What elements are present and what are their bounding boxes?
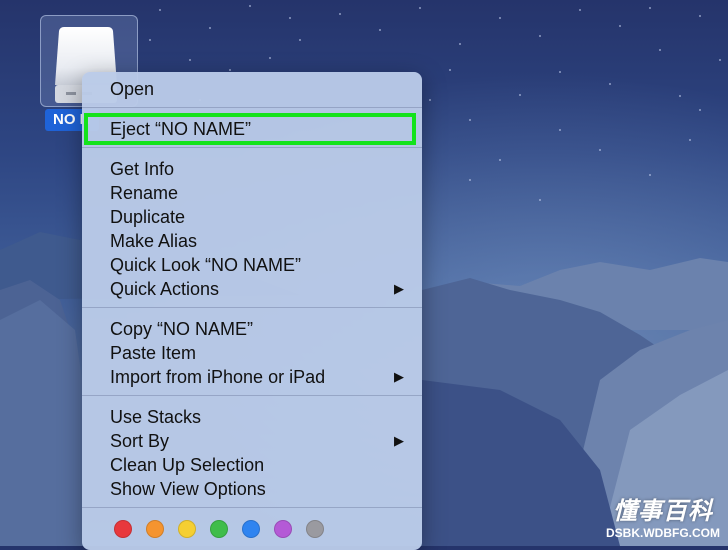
menu-separator [82, 307, 422, 308]
menu-separator [82, 507, 422, 508]
tag-purple-button[interactable] [274, 520, 292, 538]
tag-orange-button[interactable] [146, 520, 164, 538]
menu-item-sort-by[interactable]: Sort By ▶ [110, 429, 404, 453]
menu-separator [82, 395, 422, 396]
menu-item-paste-item[interactable]: Paste Item [110, 341, 404, 365]
submenu-arrow-icon: ▶ [394, 433, 404, 448]
menu-item-duplicate[interactable]: Duplicate [110, 205, 404, 229]
menu-item-show-view-options[interactable]: Show View Options [110, 477, 404, 501]
tag-green-button[interactable] [210, 520, 228, 538]
menu-item-eject-no-name[interactable]: Eject “NO NAME” [110, 117, 404, 141]
menu-item-label: Quick Actions [110, 279, 220, 299]
submenu-arrow-icon: ▶ [394, 369, 404, 384]
menu-item-quick-look-no-name[interactable]: Quick Look “NO NAME” [110, 253, 404, 277]
menu-item-label: Rename [110, 183, 179, 203]
watermark-logo: 懂事百科 [613, 498, 713, 525]
tag-blue-button[interactable] [242, 520, 260, 538]
menu-item-quick-actions[interactable]: Quick Actions ▶ [110, 277, 404, 301]
watermark: 懂事百科 DSBK.WDBFG.COM [604, 498, 722, 540]
menu-item-label: Get Info [110, 159, 175, 179]
submenu-arrow-icon: ▶ [394, 281, 404, 296]
menu-item-get-info[interactable]: Get Info [110, 157, 404, 181]
menu-item-use-stacks[interactable]: Use Stacks [110, 405, 404, 429]
menu-item-label: Copy “NO NAME” [110, 319, 254, 339]
watermark-url: DSBK.WDBFG.COM [606, 526, 720, 540]
menu-item-label: Duplicate [110, 207, 186, 227]
menu-item-label: Clean Up Selection [110, 455, 265, 475]
menu-item-label: Use Stacks [110, 407, 202, 427]
menu-separator [82, 147, 422, 148]
tag-gray-button[interactable] [306, 520, 324, 538]
tag-yellow-button[interactable] [178, 520, 196, 538]
menu-item-label: Sort By [110, 431, 170, 451]
menu-item-label: Make Alias [110, 231, 198, 251]
tag-red-button[interactable] [114, 520, 132, 538]
menu-item-copy-no-name[interactable]: Copy “NO NAME” [110, 317, 404, 341]
menu-item-label: Paste Item [110, 343, 197, 363]
menu-item-clean-up-selection[interactable]: Clean Up Selection [110, 453, 404, 477]
menu-separator [82, 107, 422, 108]
menu-item-rename[interactable]: Rename [110, 181, 404, 205]
menu-item-label: Show View Options [110, 479, 266, 499]
menu-item-label: Eject “NO NAME” [110, 119, 252, 139]
context-menu: Open Eject “NO NAME” Get Info Rename Duplica… [82, 72, 422, 550]
menu-item-label: Open [110, 79, 155, 99]
menu-item-label: Quick Look “NO NAME” [110, 255, 302, 275]
menu-item-import-from-iphone-or-ipad[interactable]: Import from iPhone or iPad ▶ [110, 365, 404, 389]
menu-item-open[interactable]: Open [110, 77, 404, 101]
menu-item-label: Import from iPhone or iPad [110, 367, 326, 387]
menu-item-make-alias[interactable]: Make Alias [110, 229, 404, 253]
